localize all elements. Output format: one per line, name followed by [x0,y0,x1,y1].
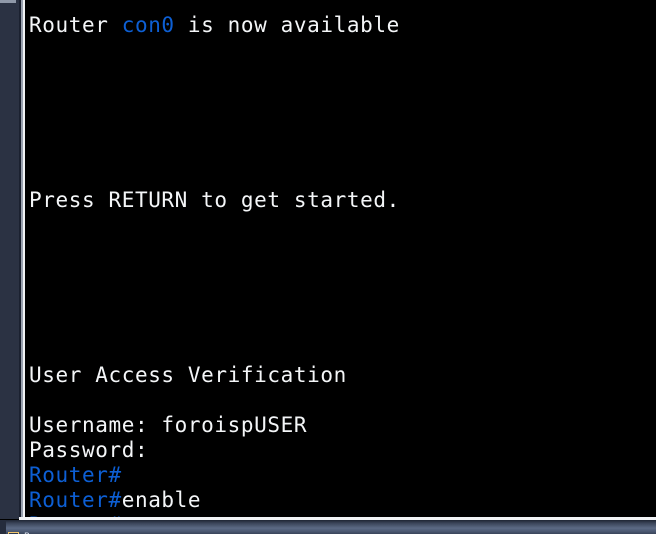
terminal-console[interactable]: Router con0 is now available Press RETUR… [25,0,656,517]
terminal-blank-line [29,238,656,263]
terminal-blank-line [29,38,656,63]
terminal-line: Router con0 is now available [29,13,656,38]
terminal-blank-line [29,263,656,288]
taskbar-left-edge [0,520,6,534]
terminal-text: Router [29,13,122,37]
terminal-text: User Access Verification [29,363,347,387]
terminal-line: Password: [29,438,656,463]
terminal-line: Router# [29,463,656,488]
terminal-blank-line [29,113,656,138]
terminal-blank-line [29,213,656,238]
terminal-blank-line [29,63,656,88]
terminal-prompt-text: con0 [121,13,175,37]
terminal-output: Router con0 is now available Press RETUR… [29,13,656,517]
terminal-line: Username: foroispUSER [29,413,656,438]
taskbar-item[interactable]: R... [8,530,39,534]
terminal-line: Press RETURN to get started. [29,188,656,213]
terminal-blank-line [29,88,656,113]
terminal-text: Username: foroispUSER [29,413,308,437]
left-side-panel[interactable] [0,0,19,519]
terminal-line: User Access Verification [29,363,656,388]
terminal-blank-line [29,313,656,338]
terminal-blank-line [29,288,656,313]
side-panel-top-highlight [0,0,16,3]
terminal-prompt-text: Router# [29,488,122,512]
terminal-blank-line [29,338,656,363]
terminal-text: Password: [29,438,149,462]
side-panel-edge-white [23,0,25,519]
terminal-prompt-text: Router# [29,463,122,487]
terminal-blank-line [29,138,656,163]
terminal-text: is now available [174,13,400,37]
terminal-text: Press RETURN to get started. [29,188,400,212]
application-window: Router con0 is now available Press RETUR… [0,0,656,534]
terminal-blank-line [29,388,656,413]
taskbar[interactable]: R... [0,520,656,534]
terminal-line: Router#enable [29,488,656,513]
terminal-blank-line [29,163,656,188]
terminal-text: enable [121,488,202,512]
